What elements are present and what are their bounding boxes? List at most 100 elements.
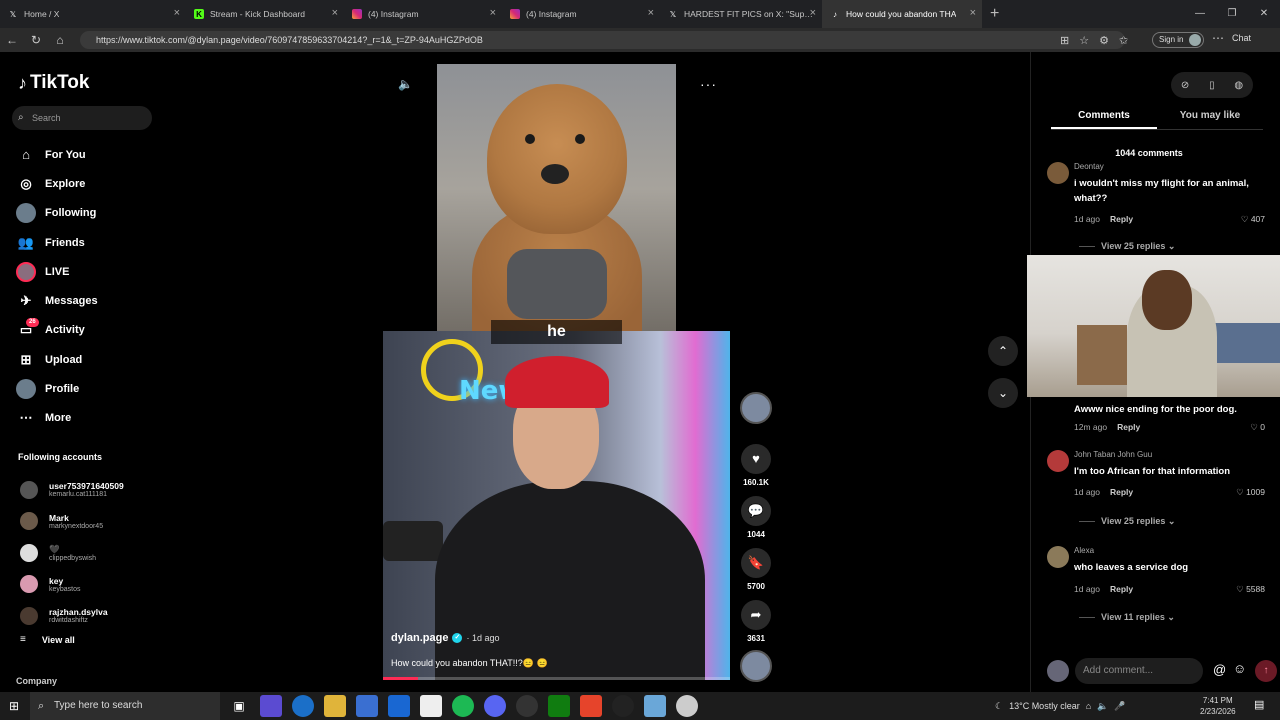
system-clock[interactable]: 7:41 PM 2/23/2026 [1200, 695, 1236, 717]
comment-like-button[interactable]: ♡ 0 [1250, 422, 1265, 433]
obs-icon[interactable] [612, 695, 634, 717]
weather-text[interactable]: 13°C Mostly clear [1009, 701, 1080, 711]
sidebar-item-for-you[interactable]: ⌂ For You [16, 140, 98, 169]
tiktok-logo[interactable]: ♪ TikTok [18, 72, 89, 94]
previous-video-chevron-up-icon[interactable]: ⌃ [988, 336, 1018, 366]
app-icon[interactable] [644, 695, 666, 717]
minimize-icon[interactable]: — [1184, 0, 1216, 28]
volume-icon[interactable]: 🔈 [1097, 701, 1108, 712]
sidebar-item-friends[interactable]: 👥 Friends [16, 228, 98, 257]
sidebar-item-following[interactable]: Following [16, 199, 98, 228]
view-replies-button[interactable]: View 11 replies ⌄ [1079, 612, 1175, 623]
copilot-icon[interactable] [260, 695, 282, 717]
browser-tab[interactable]: (4) Instagram × [502, 0, 660, 28]
tab-comments[interactable]: Comments [1051, 104, 1157, 129]
commenter-avatar[interactable] [1047, 162, 1069, 184]
commenter-avatar[interactable] [1047, 546, 1069, 568]
device-icon[interactable]: ▯ [1209, 80, 1215, 91]
view-replies-button[interactable]: View 25 replies ⌄ [1079, 241, 1175, 252]
next-video-chevron-down-icon[interactable]: ⌄ [988, 378, 1018, 408]
discord-icon[interactable] [484, 695, 506, 717]
user-avatar-icon[interactable]: ◍ [1234, 80, 1243, 91]
favorites-icon[interactable]: ✩ [1119, 34, 1128, 47]
mention-at-icon[interactable]: @ [1213, 662, 1226, 677]
comment-like-button[interactable]: ♡ 1009 [1236, 487, 1265, 498]
comment-like-button[interactable]: ♡ 5588 [1236, 584, 1265, 595]
home-icon[interactable]: ⌂ [48, 33, 72, 47]
sidebar-item-upload[interactable]: ⊞ Upload [16, 345, 98, 374]
sound-avatar-button[interactable] [740, 650, 772, 682]
following-account[interactable]: Mark markynextdoor45 [20, 506, 124, 538]
mic-icon[interactable]: 🎤 [1114, 701, 1125, 712]
sidebar-item-messages[interactable]: ✈ Messages [16, 286, 98, 315]
copilot-chat-button[interactable]: Chat [1232, 33, 1251, 43]
close-tab-icon[interactable]: × [970, 8, 976, 19]
commenter-avatar[interactable] [1047, 450, 1069, 472]
browser-tab-active[interactable]: ♪ How could you abandon THA × [822, 0, 982, 28]
xbox-icon[interactable] [548, 695, 570, 717]
maximize-icon[interactable]: ❐ [1216, 0, 1248, 28]
search-input[interactable]: ⌕ Search [12, 106, 152, 130]
emoji-icon[interactable]: ☺ [1233, 661, 1246, 676]
sidebar-item-explore[interactable]: ◎ Explore [16, 169, 98, 198]
spotify-icon[interactable] [452, 695, 474, 717]
back-arrow-icon[interactable]: ← [0, 33, 24, 47]
browser-tab[interactable]: K Stream - Kick Dashboard × [186, 0, 344, 28]
close-tab-icon[interactable]: × [648, 8, 654, 19]
video-player[interactable]: New he dylan.page ✓ · 1d ago How could y… [383, 64, 730, 680]
tab-you-may-like[interactable]: You may like [1157, 104, 1263, 129]
sidebar-item-more[interactable]: ⋯ More [16, 404, 98, 433]
app-available-icon[interactable]: ⊞ [1060, 34, 1069, 47]
new-tab-button[interactable]: + [990, 5, 999, 23]
creator-avatar-button[interactable] [740, 392, 772, 424]
view-replies-button[interactable]: View 25 replies ⌄ [1079, 516, 1175, 527]
sidebar-item-profile[interactable]: Profile [16, 374, 98, 403]
video-author[interactable]: dylan.page ✓ · 1d ago [391, 632, 500, 644]
extensions-icon[interactable]: ⚙ [1099, 34, 1109, 47]
brave-icon[interactable] [580, 695, 602, 717]
windows-start-icon[interactable]: ⊞ [0, 699, 28, 713]
close-tab-icon[interactable]: × [174, 8, 180, 19]
compass-icon[interactable]: ⊘ [1181, 80, 1189, 91]
close-tab-icon[interactable]: × [490, 8, 496, 19]
sign-in-button[interactable]: Sign in [1152, 32, 1204, 48]
taskbar-search-input[interactable]: ⌕ Type here to search [30, 692, 220, 720]
browser-tab[interactable]: 𝕏 Home / X × [0, 0, 186, 28]
following-account[interactable]: 🖤 clippedbyswish [20, 537, 124, 569]
close-tab-icon[interactable]: × [810, 8, 816, 19]
browser-tab[interactable]: (4) Instagram × [344, 0, 502, 28]
comment-like-button[interactable]: ♡ 407 [1241, 214, 1265, 225]
browser-tab[interactable]: 𝕏 HARDEST FIT PICS on X: "Supreme × [660, 0, 822, 28]
outlook-icon[interactable] [388, 695, 410, 717]
sidebar-item-activity[interactable]: ▭ 26 Activity [16, 316, 98, 345]
following-account[interactable]: key keybastos [20, 569, 124, 601]
favorite-star-icon[interactable]: ☆ [1079, 34, 1089, 47]
author-name[interactable]: dylan.page [391, 632, 448, 644]
commenter-name[interactable]: Deontay [1074, 162, 1104, 171]
save-button[interactable]: 🔖 5700 [740, 548, 772, 591]
browser-menu-icon[interactable]: ⋯ [1212, 31, 1224, 45]
url-field[interactable]: https://www.tiktok.com/@dylan.page/video… [80, 31, 1125, 49]
share-button[interactable]: ➦ 3631 [740, 600, 772, 643]
company-link[interactable]: Company [16, 676, 57, 686]
add-comment-input[interactable]: Add comment... [1075, 658, 1203, 684]
reply-button[interactable]: Reply [1110, 584, 1133, 594]
commenter-name[interactable]: Alexa [1074, 546, 1094, 555]
media-app-icon[interactable] [516, 695, 538, 717]
send-comment-button[interactable]: ↑ [1255, 660, 1277, 682]
following-account[interactable]: rajzhan.dsylva rdwitdashiftz [20, 600, 124, 632]
app-icon[interactable] [676, 695, 698, 717]
file-explorer-icon[interactable] [324, 695, 346, 717]
reply-button[interactable]: Reply [1117, 422, 1140, 432]
view-all-following-button[interactable]: ≡ View all [20, 634, 75, 645]
like-button[interactable]: ♥ 160.1K [740, 444, 772, 487]
following-account[interactable]: user7539716405​09 kemarlu.cat111181 [20, 474, 124, 506]
close-tab-icon[interactable]: × [332, 8, 338, 19]
reply-button[interactable]: Reply [1110, 487, 1133, 497]
notifications-icon[interactable]: ▤ [1254, 698, 1264, 711]
network-icon[interactable]: ⌂ [1086, 701, 1091, 711]
close-window-icon[interactable]: ✕ [1248, 0, 1280, 28]
sidebar-item-live[interactable]: LIVE [16, 257, 98, 286]
task-view-icon[interactable]: ▣ [228, 695, 250, 717]
reload-icon[interactable]: ↻ [24, 33, 48, 47]
